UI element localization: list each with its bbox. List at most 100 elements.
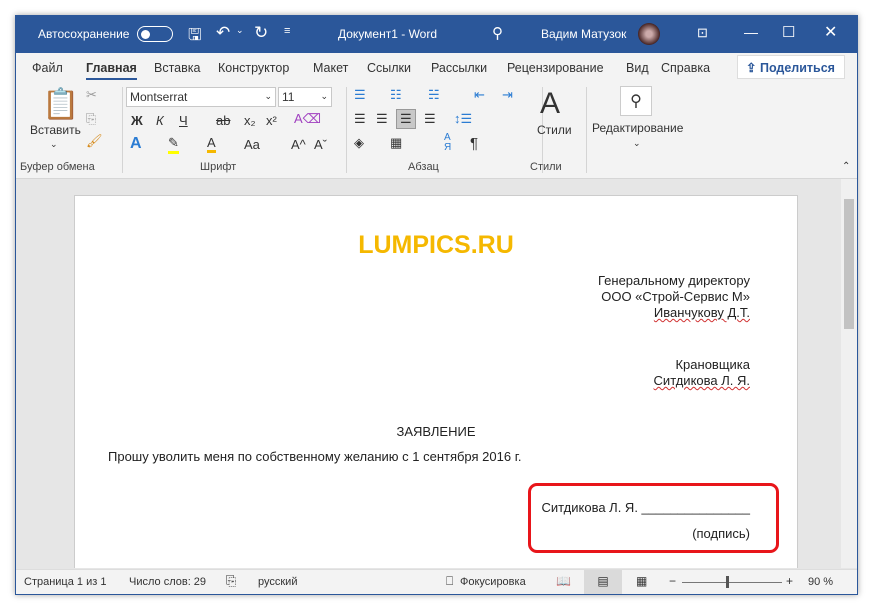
bullets-icon[interactable]: ☰ <box>354 87 366 103</box>
font-color-button[interactable]: A <box>207 135 216 153</box>
language[interactable]: русский <box>258 576 297 588</box>
web-layout-icon[interactable]: ▦ <box>636 574 647 588</box>
tab-references[interactable]: Ссылки <box>367 61 411 75</box>
zoom-out-icon[interactable]: − <box>669 574 676 588</box>
user-name[interactable]: Вадим Матузок <box>541 27 626 41</box>
highlight-frame <box>528 483 779 553</box>
tab-insert[interactable]: Вставка <box>154 61 200 75</box>
sender-line: Ситдикова Л. Я. <box>653 373 750 388</box>
change-case-button[interactable]: Aa <box>244 137 260 152</box>
paste-icon[interactable]: 📋 <box>42 87 79 122</box>
align-right-icon[interactable]: ☰ <box>396 109 416 129</box>
customize-icon[interactable]: ≡ <box>284 25 290 37</box>
show-marks-button[interactable]: ¶ <box>470 135 478 152</box>
tab-help[interactable]: Справка <box>661 61 710 75</box>
tab-home[interactable]: Главная <box>86 61 137 80</box>
paste-button[interactable]: Вставить <box>30 123 81 137</box>
subscript-button[interactable]: x₂ <box>244 113 256 128</box>
justify-icon[interactable]: ☰ <box>424 111 436 127</box>
tab-file[interactable]: Файл <box>32 61 63 75</box>
grow-font-button[interactable]: A^ <box>291 137 306 152</box>
zoom-slider[interactable] <box>682 582 782 583</box>
styles-button[interactable]: Стили <box>537 123 572 137</box>
styles-group-label: Стили <box>530 161 562 173</box>
tab-design[interactable]: Конструктор <box>218 61 289 75</box>
scrollbar-thumb[interactable] <box>844 199 854 329</box>
highlight-color-button[interactable]: ✎ <box>168 135 179 154</box>
shrink-font-button[interactable]: Aˇ <box>314 137 327 152</box>
tab-review[interactable]: Рецензирование <box>507 61 604 75</box>
paste-dropdown-icon[interactable]: ⌄ <box>50 139 58 150</box>
logo-text: LUMPICS.RU <box>358 231 514 259</box>
increase-indent-icon[interactable]: ⇥ <box>502 87 513 103</box>
search-icon[interactable]: ⚲ <box>492 24 503 42</box>
shading-icon[interactable]: ◈ <box>354 135 364 151</box>
italic-button[interactable]: К <box>156 113 164 128</box>
decrease-indent-icon[interactable]: ⇤ <box>474 87 485 103</box>
align-center-icon[interactable]: ☰ <box>376 111 388 127</box>
ribbon-tabs: Файл Главная Вставка Конструктор Макет С… <box>16 53 857 83</box>
sort-button[interactable]: А Я <box>444 133 454 153</box>
cut-icon[interactable]: ✂ <box>86 87 97 103</box>
multilevel-list-icon[interactable]: ☵ <box>428 87 440 103</box>
font-size-select[interactable]: 11 ⌄ <box>278 87 332 107</box>
styles-icon[interactable]: A <box>540 87 560 121</box>
strikethrough-button[interactable]: ab <box>216 113 230 128</box>
undo-icon[interactable]: ↶ <box>216 23 230 43</box>
zoom-in-icon[interactable]: + <box>786 574 793 588</box>
collapse-ribbon-icon[interactable]: ⌃ <box>842 161 850 172</box>
font-name-select[interactable]: Montserrat ⌄ <box>126 87 276 107</box>
chevron-down-icon[interactable]: ⌄ <box>633 138 641 149</box>
title-bar: Автосохранение 🖫 ↶ ⌄ ↻ ≡ Документ1 - Wor… <box>16 16 857 53</box>
editing-button[interactable]: Редактирование <box>592 121 683 135</box>
tab-view[interactable]: Вид <box>626 61 649 75</box>
page-count[interactable]: Страница 1 из 1 <box>24 576 106 588</box>
underline-button[interactable]: Ч <box>179 113 188 128</box>
font-group-label: Шрифт <box>200 161 237 173</box>
maximize-icon[interactable]: ☐ <box>782 23 795 41</box>
chevron-down-icon: ⌄ <box>264 91 272 101</box>
paragraph-group-label: Абзац <box>408 161 439 173</box>
close-icon[interactable]: ✕ <box>824 22 837 42</box>
read-mode-icon[interactable]: 📖 <box>556 574 571 588</box>
autosave-toggle[interactable] <box>137 26 173 42</box>
avatar[interactable] <box>638 23 660 45</box>
clipboard-group-label: Буфер обмена <box>20 161 95 173</box>
focus-icon[interactable]: ⎕ <box>446 574 453 589</box>
line-spacing-icon[interactable]: ↕☰ <box>454 111 472 127</box>
save-icon[interactable]: 🖫 <box>188 24 202 51</box>
document-heading: ЗАЯВЛЕНИЕ <box>396 424 476 439</box>
focus-button[interactable]: Фокусировка <box>460 576 526 588</box>
ribbon-display-icon[interactable]: ⊡ <box>697 25 708 41</box>
addressee-line: Генеральному директору <box>598 273 750 288</box>
undo-dropdown-icon[interactable]: ⌄ <box>236 25 244 36</box>
superscript-button[interactable]: x² <box>266 113 277 128</box>
zoom-level[interactable]: 90 % <box>808 576 833 588</box>
divider <box>586 87 587 173</box>
share-button[interactable]: ⇪ Поделиться <box>737 55 845 79</box>
clear-formatting-icon[interactable]: A⌫ <box>294 111 321 127</box>
divider <box>346 87 347 173</box>
borders-icon[interactable]: ▦ <box>390 135 402 151</box>
tab-mailings[interactable]: Рассылки <box>431 61 487 75</box>
zoom-slider-thumb[interactable] <box>726 576 729 588</box>
vertical-scrollbar[interactable] <box>841 179 857 568</box>
status-bar: Страница 1 из 1 Число слов: 29 ⎘ русский… <box>16 569 857 594</box>
numbering-icon[interactable]: ☷ <box>390 87 402 103</box>
text-effects-button[interactable]: A <box>130 135 142 153</box>
chevron-down-icon: ⌄ <box>320 91 328 101</box>
copy-icon[interactable]: ⎘ <box>86 111 96 127</box>
print-layout-icon[interactable]: ▤ <box>584 570 622 594</box>
editing-search-icon[interactable]: ⚲ <box>620 86 652 116</box>
proofing-icon[interactable]: ⎘ <box>226 573 236 589</box>
word-count[interactable]: Число слов: 29 <box>129 576 206 588</box>
sender-line: Крановщика <box>675 357 750 372</box>
align-left-icon[interactable]: ☰ <box>354 111 366 127</box>
redo-icon[interactable]: ↻ <box>254 23 268 43</box>
bold-button[interactable]: Ж <box>131 113 143 128</box>
format-painter-icon[interactable]: 🖌 <box>86 133 103 149</box>
document-title: Документ1 - Word <box>338 27 438 41</box>
ribbon: 📋 Вставить ⌄ ✂ ⎘ 🖌 Буфер обмена Montserr… <box>16 83 857 179</box>
tab-layout[interactable]: Макет <box>313 61 348 75</box>
minimize-icon[interactable]: — <box>744 24 758 40</box>
